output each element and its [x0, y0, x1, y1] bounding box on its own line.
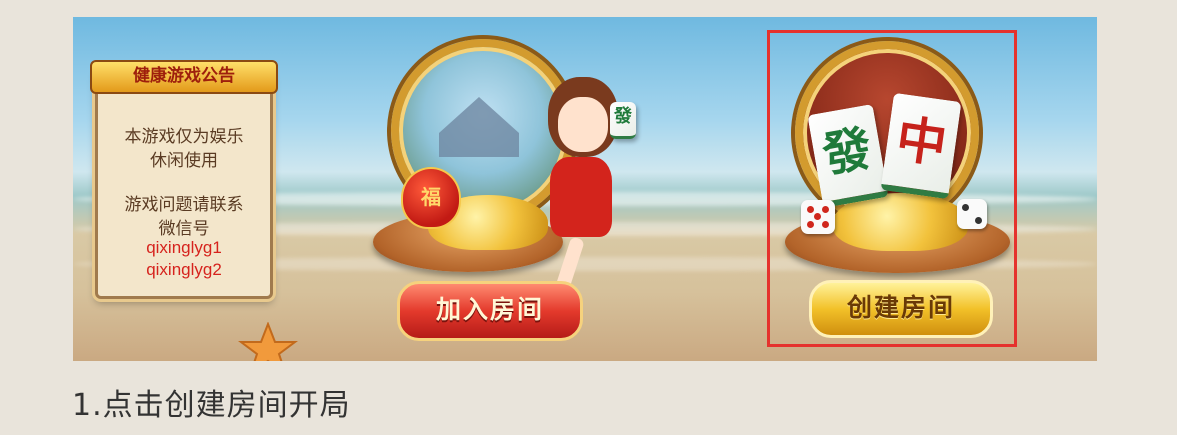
notice-line: 游戏问题请联系 [124, 195, 244, 215]
fa-tile-small: 發 [610, 102, 636, 139]
fa-tile-glyph: 發 [614, 106, 632, 127]
wechat-id: qixinglyg1 [146, 238, 222, 257]
pagoda-icon [439, 97, 519, 157]
notice-line: 休闲使用 [150, 151, 218, 171]
fu-seal: 福 [421, 185, 441, 209]
notice-line: 本游戏仅为娱乐 [124, 127, 244, 147]
step-caption: 1.点击创建房间开局 [72, 388, 351, 423]
notice-title: 健康游戏公告 [90, 60, 278, 94]
lucky-bag-icon: 福 [401, 167, 461, 229]
highlight-box [767, 30, 1017, 347]
starfish-icon [238, 322, 298, 361]
notice-line: 微信号 [158, 219, 210, 239]
join-room-button[interactable]: 加入房间 [397, 281, 583, 341]
face [558, 97, 608, 152]
wechat-id: qixinglyg2 [146, 260, 222, 279]
notice-board: 健康游戏公告 本游戏仅为娱乐 休闲使用 游戏问题请联系 微信号 qixingly… [90, 60, 278, 299]
red-dress [550, 157, 612, 237]
